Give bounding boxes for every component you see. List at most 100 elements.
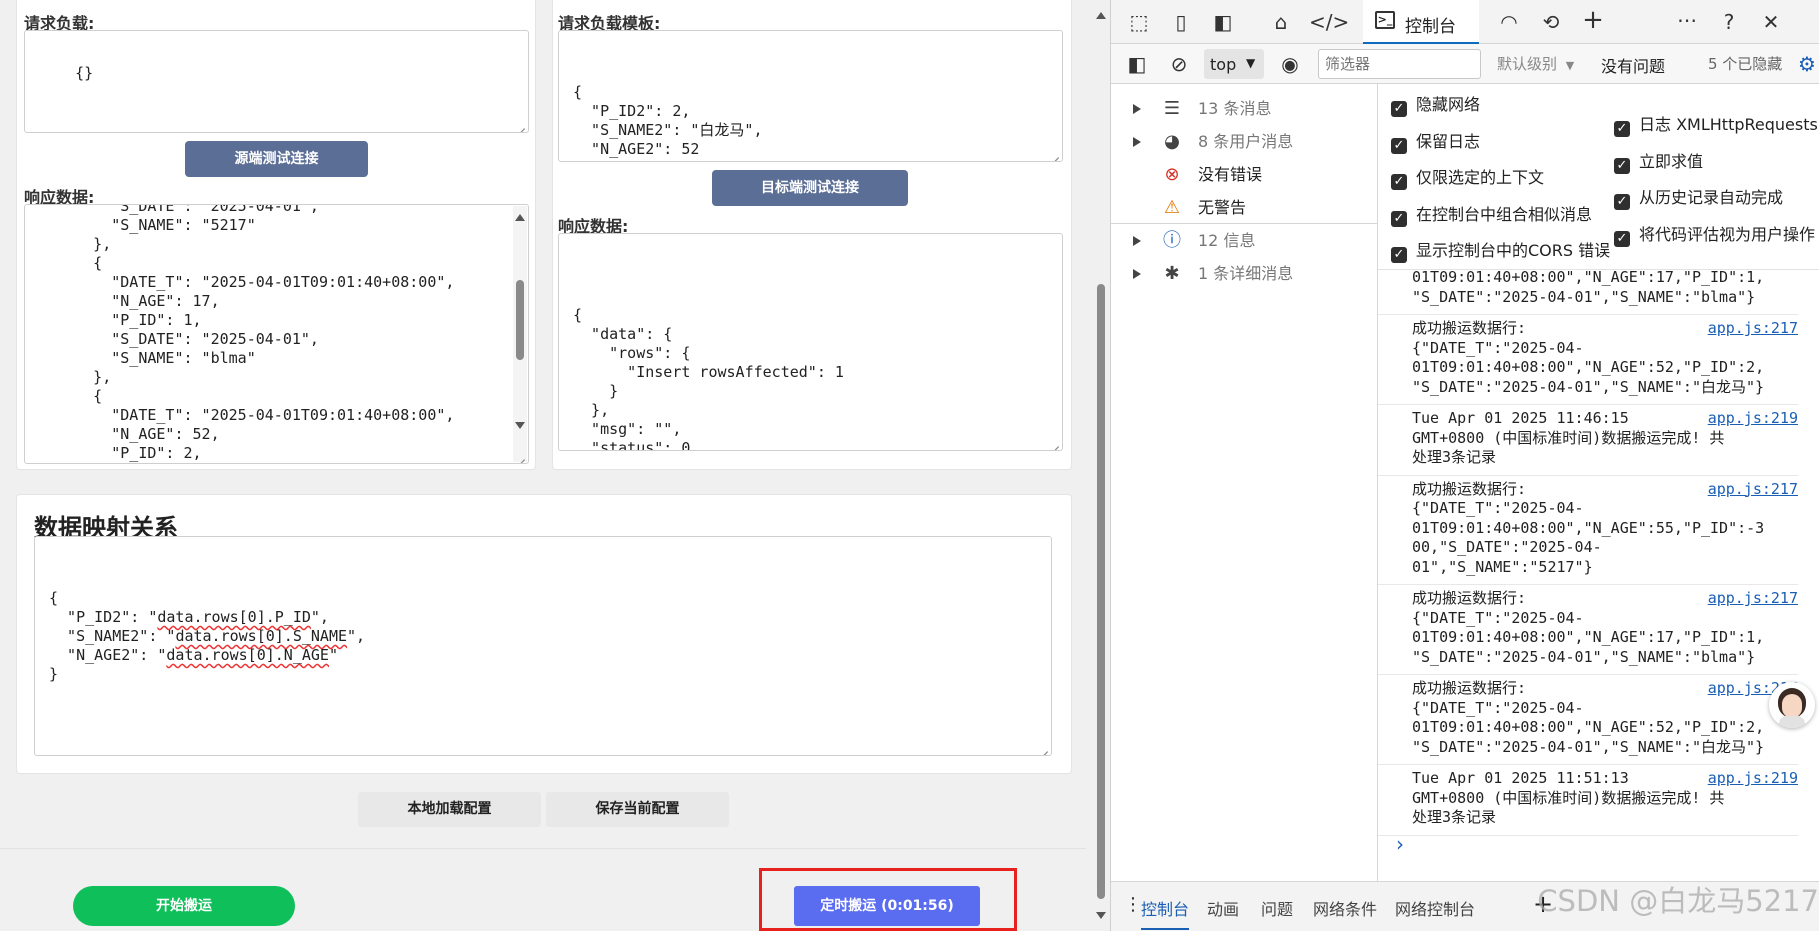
sidebar-item-user[interactable]: ◕ 8 条用户消息	[1111, 125, 1378, 158]
more-tools-icon[interactable]: ⋯	[1673, 6, 1701, 34]
avatar[interactable]	[1769, 682, 1815, 728]
log-source-link[interactable]: app.js:219	[1708, 409, 1798, 429]
log-source-link[interactable]: app.js:217	[1708, 589, 1798, 609]
expand-arrow-icon[interactable]	[1133, 269, 1141, 279]
drawer-tab[interactable]: 问题	[1261, 896, 1293, 920]
drawer-tab[interactable]: 网络条件	[1313, 896, 1377, 920]
expand-arrow-icon[interactable]	[1133, 236, 1141, 246]
close-icon[interactable]: ✕	[1757, 8, 1785, 36]
network-wifi-icon[interactable]: ◠	[1495, 8, 1523, 36]
sidebar-item-bug[interactable]: ✱ 1 条详细消息	[1111, 257, 1378, 290]
filter-input[interactable]	[1318, 49, 1481, 79]
target-test-button[interactable]: 目标端测试连接	[712, 170, 908, 206]
setting-checkbox[interactable]: ✓ 保留日志	[1391, 131, 1480, 154]
log-source-link[interactable]: app.js:217	[1708, 319, 1798, 339]
console-icon: >_	[1375, 11, 1395, 29]
load-config-button[interactable]: 本地加载配置	[358, 792, 541, 827]
page-scrollbar[interactable]	[1093, 0, 1109, 931]
mapping-key: "N_AGE2": "	[49, 646, 167, 664]
issues-link[interactable]: 没有问题	[1601, 53, 1665, 77]
log-message: Tue Apr 01 2025 11:51:13 GMT+0800 (中国标准时…	[1412, 769, 1725, 826]
context-selector[interactable]: top ▼	[1204, 49, 1264, 79]
expand-arrow-icon[interactable]	[1133, 104, 1141, 114]
console-prompt-chevron-icon[interactable]: ›	[1396, 832, 1404, 856]
device-toggle-icon[interactable]: ▯	[1167, 8, 1195, 36]
drawer-tab[interactable]: 控制台	[1141, 896, 1190, 930]
live-expression-eye-icon[interactable]: ◉	[1276, 50, 1304, 78]
setting-checkbox[interactable]: ✓ 从历史记录自动完成	[1614, 187, 1783, 210]
scroll-up-arrow[interactable]	[1096, 12, 1106, 19]
app-pane: 请求负载: {} 源端测试连接 响应数据: "S_DATE": "2025-04…	[0, 0, 1110, 931]
code-line: }	[573, 159, 1048, 161]
drawer-tab[interactable]: 动画	[1207, 896, 1239, 920]
console-settings: ✓ 隐藏网络 ✓ 保留日志 ✓ 仅限选定的上下文 ✓ 在控制台中组合相似消息 ✓ 显示控制台中的C…	[1378, 84, 1819, 270]
resize-handle[interactable]	[1050, 438, 1060, 448]
scroll-thumb[interactable]	[516, 280, 524, 360]
sidebar-item-warning[interactable]: ⚠ 无警告	[1111, 191, 1378, 224]
tab-console[interactable]: >_ 控制台	[1363, 0, 1479, 44]
inspect-icon[interactable]: ⬚	[1125, 8, 1153, 36]
code-line: {	[573, 306, 583, 324]
setting-checkbox[interactable]: ✓ 在控制台中组合相似消息	[1391, 204, 1592, 227]
scroll-up-arrow[interactable]	[515, 214, 525, 221]
start-transfer-button[interactable]: 开始搬运	[73, 886, 295, 926]
source-response-output[interactable]: "S_DATE": "2025-04-01", "S_NAME": "5217"…	[24, 204, 529, 464]
checkbox-checked-icon: ✓	[1614, 230, 1630, 247]
clear-console-icon[interactable]: ⊘	[1165, 50, 1193, 78]
mapping-key: "S_NAME2": "	[49, 627, 176, 645]
checkbox-checked-icon: ✓	[1391, 247, 1407, 263]
welcome-home-icon[interactable]: ⌂	[1267, 8, 1295, 36]
sidebar-item-info[interactable]: ⓘ 12 信息	[1111, 224, 1378, 257]
console-log-entry: Tue Apr 01 2025 11:51:13 GMT+0800 (中国标准时…	[1378, 765, 1798, 836]
log-level-dropdown[interactable]: 默认级别 ▼	[1497, 53, 1574, 74]
settings-gear-icon[interactable]: ⚙	[1795, 50, 1819, 78]
add-tab-icon[interactable]: +	[1579, 6, 1607, 34]
code-line: "status": 0	[573, 439, 691, 451]
dock-icon[interactable]: ◧	[1209, 8, 1237, 36]
expand-arrow-icon[interactable]	[1133, 137, 1141, 147]
log-source-link[interactable]: app.js:217	[1708, 480, 1798, 500]
user-icon: ◕	[1164, 131, 1180, 152]
target-response-output[interactable]: { "data": { "rows": { "Insert rowsAffect…	[558, 233, 1063, 451]
setting-checkbox[interactable]: ✓ 隐藏网络	[1391, 94, 1480, 117]
help-icon[interactable]: ?	[1715, 8, 1743, 36]
performance-icon[interactable]: ⟲	[1537, 8, 1565, 36]
setting-label: 显示控制台中的CORS 错误	[1416, 241, 1611, 260]
resize-handle[interactable]	[1050, 149, 1060, 159]
source-payload-input[interactable]: {}	[24, 30, 529, 133]
devtools-toolbar: ⬚ ▯ ◧ ⌂ </> >_ 控制台 ◠ ⟲ + ⋯ ? ✕	[1111, 0, 1819, 44]
mapping-line: "N_AGE2": "data.rows[0].N_AGE"	[49, 646, 1037, 665]
setting-label: 隐藏网络	[1416, 95, 1481, 114]
devtools-panel: ⬚ ▯ ◧ ⌂ </> >_ 控制台 ◠ ⟲ + ⋯ ? ✕ ◧ ⊘ top ▼…	[1110, 0, 1819, 931]
source-test-button[interactable]: 源端测试连接	[185, 141, 368, 177]
elements-icon[interactable]: </>	[1309, 8, 1349, 36]
target-template-input[interactable]: { "P_ID2": 2, "S_NAME2": "白龙马", "N_AGE2"…	[558, 30, 1063, 162]
sidebar-item-list[interactable]: ☰ 13 条消息	[1111, 92, 1378, 125]
mapping-suffix: ",	[310, 608, 329, 626]
scroll-down-arrow[interactable]	[1096, 912, 1106, 919]
mapping-path: data.rows[0].S_NAME	[175, 627, 348, 645]
scheduled-transfer-button[interactable]: 定时搬运 (0:01:56)	[794, 886, 980, 926]
sidebar-toggle-icon[interactable]: ◧	[1123, 50, 1151, 78]
setting-checkbox[interactable]: ✓ 显示控制台中的CORS 错误	[1391, 240, 1610, 263]
setting-checkbox[interactable]: ✓ 将代码评估视为用户操作	[1614, 224, 1815, 247]
code-line: "msg": "",	[573, 420, 682, 438]
log-level-label: 默认级别	[1497, 55, 1558, 73]
scroll-thumb[interactable]	[1097, 284, 1105, 899]
source-response-scrollbar[interactable]	[513, 206, 527, 462]
sidebar-item-error[interactable]: ⊗ 没有错误	[1111, 158, 1378, 191]
chevron-down-icon: ▼	[1565, 59, 1575, 72]
drawer-tab[interactable]: 网络控制台	[1395, 896, 1475, 920]
resize-handle[interactable]	[516, 120, 526, 130]
setting-checkbox[interactable]: ✓ 仅限选定的上下文	[1391, 167, 1544, 190]
save-config-button[interactable]: 保存当前配置	[546, 792, 729, 827]
mapping-key: }	[49, 665, 59, 683]
scroll-down-arrow[interactable]	[515, 422, 525, 429]
setting-checkbox[interactable]: ✓ 日志 XMLHttpRequests	[1614, 114, 1818, 137]
drawer-more-icon[interactable]: ⋮	[1124, 894, 1142, 915]
resize-handle[interactable]	[516, 451, 526, 461]
setting-checkbox[interactable]: ✓ 立即求值	[1614, 151, 1703, 174]
log-source-link[interactable]: app.js:219	[1708, 769, 1798, 789]
resize-handle[interactable]	[1039, 743, 1049, 753]
mapping-input[interactable]: { "P_ID2": "data.rows[0].P_ID", "S_NAME2…	[34, 536, 1052, 756]
